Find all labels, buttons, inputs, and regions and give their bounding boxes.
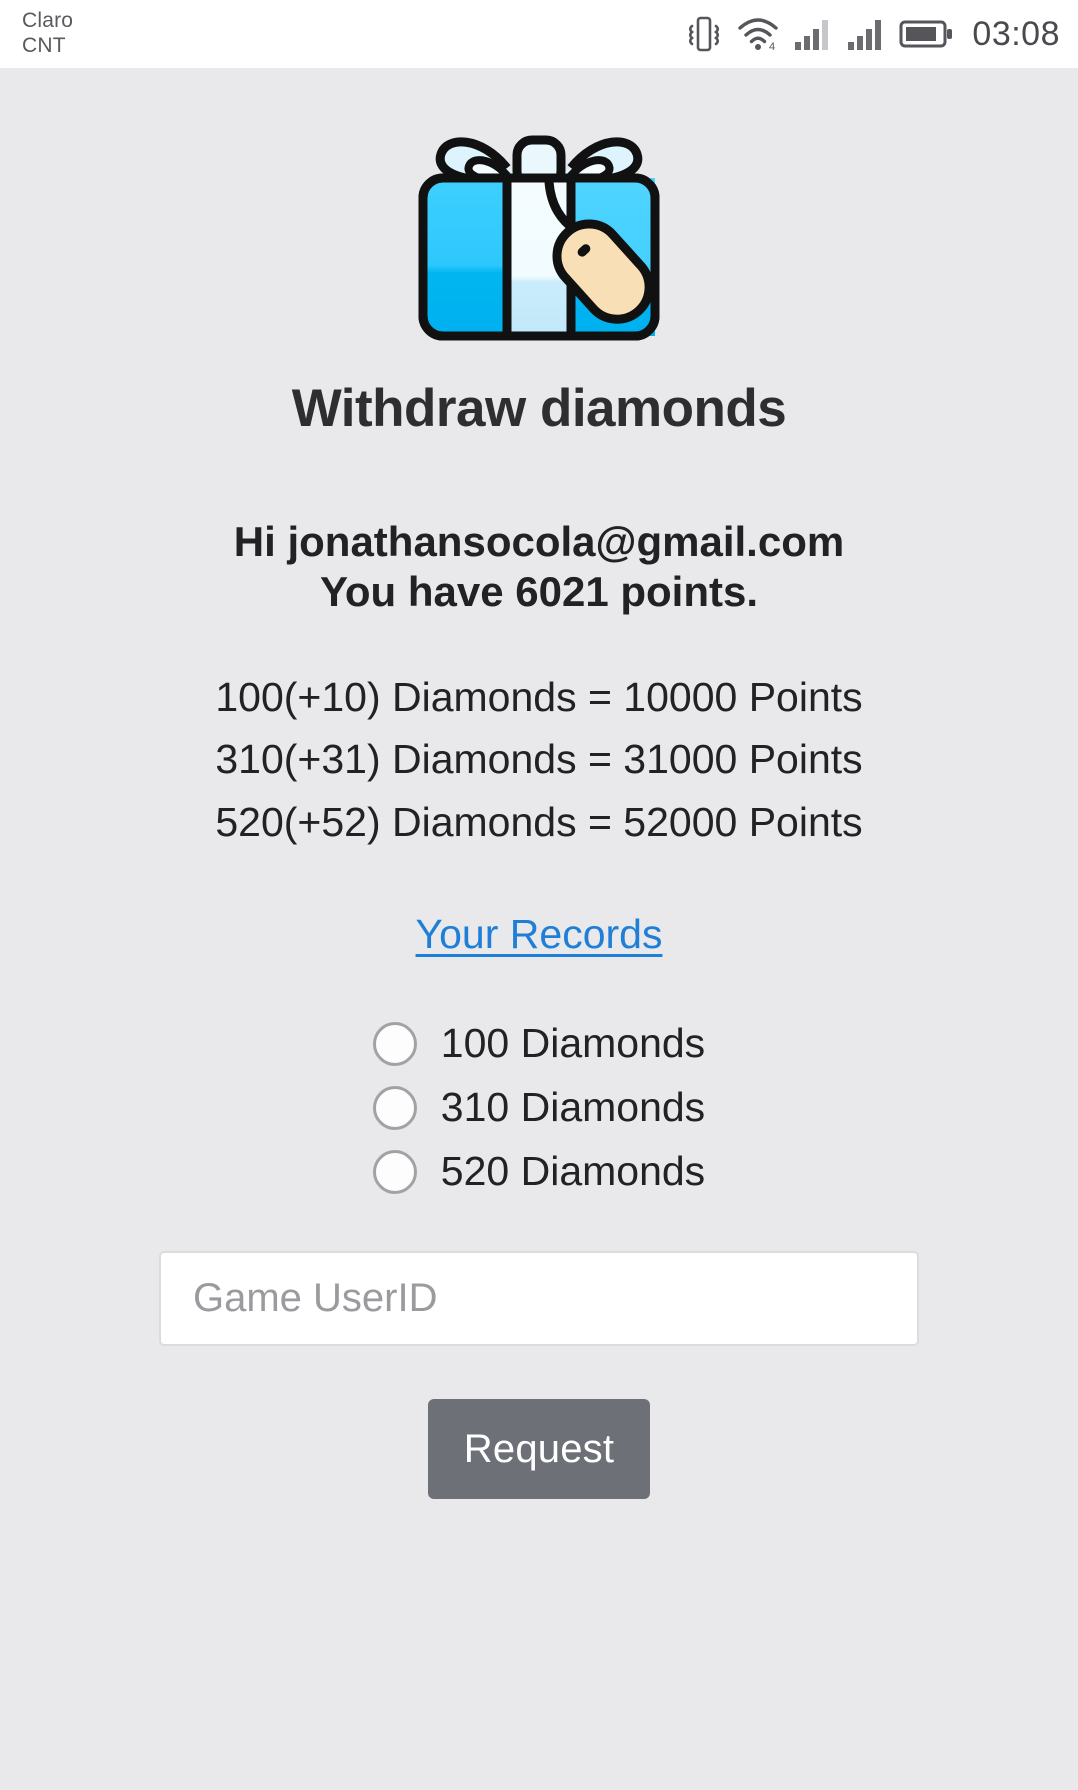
diamond-option-label: 520 Diamonds	[440, 1148, 706, 1195]
exchange-rate-list: 100(+10) Diamonds = 10000 Points 310(+31…	[215, 666, 862, 853]
points-balance-line: You have 6021 points.	[319, 567, 759, 615]
signal-bars-icon	[795, 20, 829, 50]
diamond-option-label: 100 Diamonds	[440, 1020, 706, 1067]
exchange-rate-row: 100(+10) Diamonds = 10000 Points	[215, 674, 863, 721]
exchange-rate-row: 310(+31) Diamonds = 31000 Points	[215, 736, 863, 783]
gift-box-icon	[389, 96, 689, 364]
status-clock: 03:08	[972, 14, 1060, 53]
radio-circle-icon[interactable]	[372, 1149, 417, 1194]
records-link-container: Your Records	[416, 911, 663, 958]
account-greeting: Hi jonathansocola@gmail.com You have 602…	[234, 517, 844, 616]
greeting-email-line: Hi jonathansocola@gmail.com	[233, 518, 845, 565]
diamond-option-310[interactable]: 310 Diamonds	[372, 1084, 706, 1131]
request-button[interactable]: Request	[428, 1399, 650, 1500]
status-icons: 4 03:08	[685, 14, 1060, 54]
vibrate-icon	[689, 16, 720, 52]
withdraw-screen: Withdraw diamonds Hi jonathansocola@gmai…	[0, 68, 1078, 1790]
diamond-option-group: 100 Diamonds 310 Diamonds 520 Diamonds	[372, 1020, 706, 1195]
radio-circle-icon[interactable]	[372, 1085, 417, 1130]
your-records-link[interactable]: Your Records	[416, 911, 663, 957]
game-userid-input[interactable]	[159, 1251, 919, 1347]
page-title: Withdraw diamonds	[291, 379, 787, 438]
carrier-primary-label: Claro	[22, 9, 74, 33]
svg-text:4: 4	[769, 41, 775, 53]
status-bar: Claro CNT 4 03:08	[0, 0, 1078, 68]
exchange-rate-row: 520(+52) Diamonds = 52000 Points	[215, 798, 863, 845]
diamond-option-label: 310 Diamonds	[440, 1084, 706, 1131]
carrier-labels: Claro CNT	[22, 9, 73, 59]
diamond-option-100[interactable]: 100 Diamonds	[372, 1020, 706, 1067]
carrier-secondary-label: CNT	[22, 34, 66, 57]
diamond-option-520[interactable]: 520 Diamonds	[372, 1148, 706, 1195]
radio-circle-icon[interactable]	[372, 1021, 417, 1066]
battery-icon	[899, 20, 953, 48]
signal-bars-icon	[848, 20, 882, 50]
wifi-icon: 4	[738, 18, 779, 53]
